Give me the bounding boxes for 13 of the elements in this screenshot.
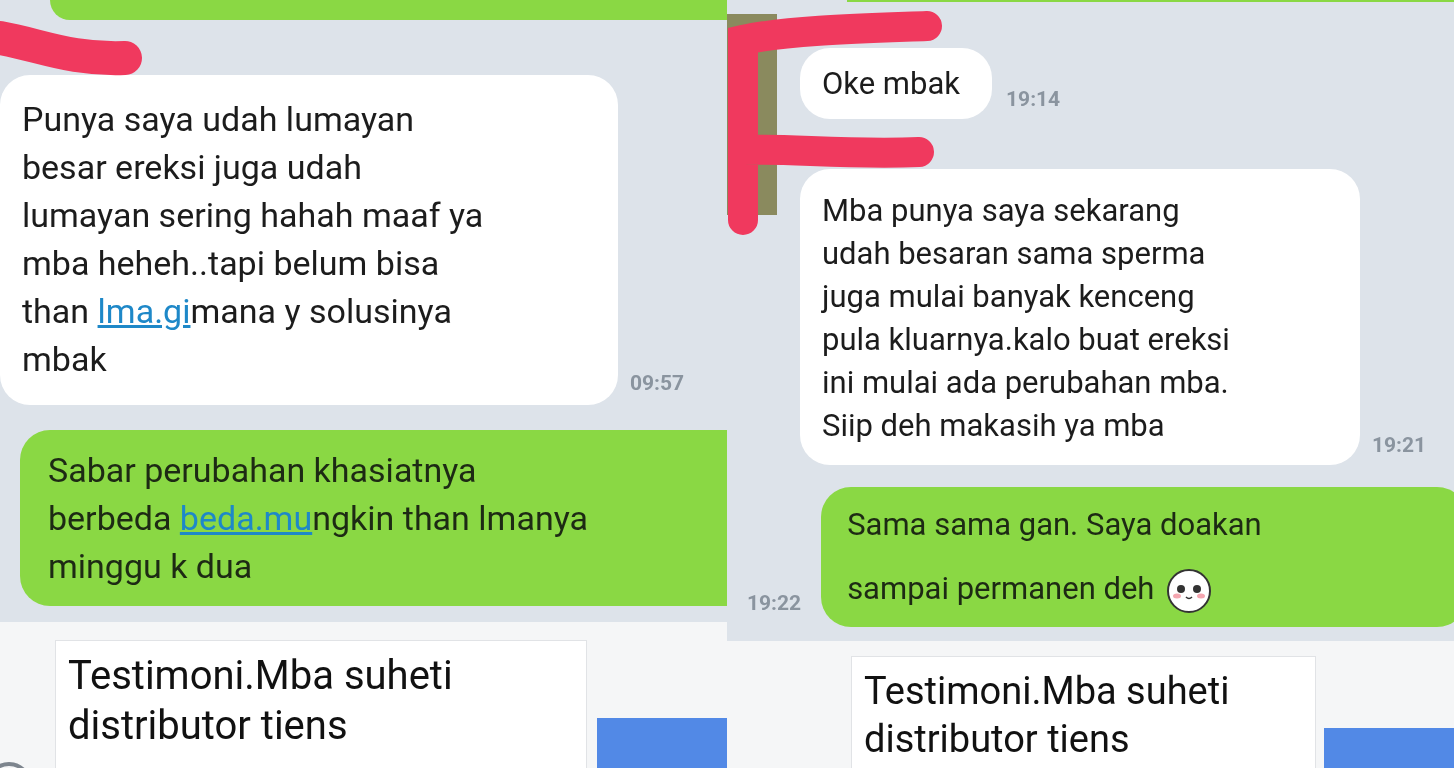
message-input-field[interactable]: Testimoni.Mba suheti distributor tiens [55,640,587,768]
message-time: 19:21 [1372,433,1427,457]
link[interactable]: lma.gi [97,291,191,331]
message-bubble: Punya saya udah lumayan besar ereksi juga udah lumayan sering hahah maaf ya mba heheh..tapi belum bisa than lma.gimana y solusinya mbak [0,75,618,405]
message-bubble: Oke mbak [800,48,993,119]
message-time: 19:14 [1006,87,1061,111]
message-time: 19:22 [747,591,802,615]
message-bubble: Sabar perubahan khasiatnya berbeda beda.mungkin than lmanya minggu k dua [20,430,727,606]
send-button[interactable] [597,718,727,768]
message-input-field[interactable]: Testimoni.Mba suheti distributor tiens [851,656,1316,768]
message-bubble: Mba punya saya sekarang udah besaran sama sperma juga mulai banyak kenceng pula kluarnya.kalo buat ereksi ini mulai ada perubahan mba. Siip deh makasih ya mba [800,169,1360,465]
message-time: 09:57 [630,371,685,395]
message-bubble: Sama sama gan. Saya doakan sampai permanen deh [821,487,1454,627]
